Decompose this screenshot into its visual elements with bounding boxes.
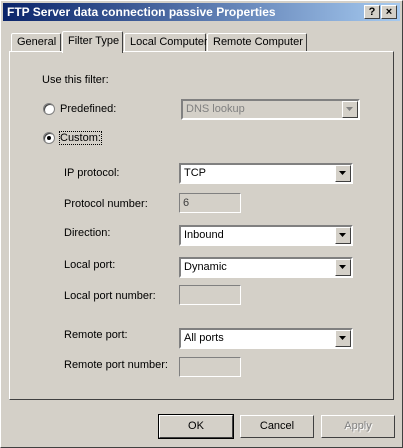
window-title: FTP Server data connection passive Prope… [7, 5, 276, 19]
title-bar[interactable]: FTP Server data connection passive Prope… [3, 3, 400, 21]
local-port-label: Local port: [64, 259, 116, 271]
properties-dialog: FTP Server data connection passive Prope… [0, 0, 403, 448]
predefined-radio[interactable] [43, 103, 55, 115]
predefined-dropdown-arrow[interactable] [342, 101, 358, 118]
ip-protocol-dropdown-arrow[interactable] [335, 165, 351, 182]
remote-port-dropdown[interactable]: All ports [179, 328, 353, 349]
predefined-dropdown[interactable]: DNS lookup [181, 99, 360, 120]
local-port-number-field[interactable] [179, 285, 241, 305]
apply-button-label: Apply [344, 420, 372, 432]
predefined-label: Predefined: [60, 103, 117, 115]
use-filter-label: Use this filter: [42, 74, 109, 86]
custom-radio[interactable] [43, 132, 55, 144]
local-port-value: Dynamic [184, 261, 227, 273]
remote-port-number-label: Remote port number: [64, 359, 168, 371]
remote-port-dropdown-arrow[interactable] [335, 330, 351, 347]
direction-value: Inbound [184, 229, 224, 241]
protocol-number-label: Protocol number: [64, 198, 148, 210]
custom-label: Custom: [59, 131, 102, 145]
chevron-down-icon [339, 233, 346, 237]
remote-port-label: Remote port: [64, 329, 128, 341]
help-button[interactable]: ? [364, 5, 380, 19]
local-port-number-label: Local port number: [64, 290, 156, 302]
tab-general[interactable]: General [11, 33, 61, 51]
remote-port-value: All ports [184, 332, 224, 344]
radio-selected-dot [47, 136, 51, 140]
direction-label: Direction: [64, 227, 111, 239]
tab-filter-type[interactable]: Filter Type [62, 31, 123, 53]
apply-button[interactable]: Apply [321, 415, 395, 438]
filter-type-panel: Use this filter: Predefined: DNS lookup … [9, 51, 394, 400]
predefined-value: DNS lookup [186, 103, 245, 115]
tab-filter-type-label: Filter Type [68, 35, 120, 47]
chevron-down-icon [339, 171, 346, 175]
ok-button[interactable]: OK [158, 414, 234, 439]
tab-remote-computer[interactable]: Remote Computer [207, 33, 307, 51]
protocol-number-field[interactable]: 6 [179, 193, 241, 213]
close-button[interactable]: × [381, 5, 397, 19]
remote-port-number-field[interactable] [179, 357, 241, 377]
protocol-number-value: 6 [183, 197, 190, 209]
ip-protocol-dropdown[interactable]: TCP [179, 163, 353, 184]
chevron-down-icon [346, 107, 353, 111]
direction-dropdown[interactable]: Inbound [179, 225, 353, 246]
ip-protocol-value: TCP [184, 167, 206, 179]
cancel-button[interactable]: Cancel [240, 415, 314, 438]
tab-local-computer[interactable]: Local Computer [124, 33, 208, 51]
direction-dropdown-arrow[interactable] [335, 227, 351, 244]
ip-protocol-label: IP protocol: [64, 167, 120, 179]
local-port-dropdown[interactable]: Dynamic [179, 257, 353, 278]
chevron-down-icon [339, 265, 346, 269]
chevron-down-icon [339, 336, 346, 340]
local-port-dropdown-arrow[interactable] [335, 259, 351, 276]
